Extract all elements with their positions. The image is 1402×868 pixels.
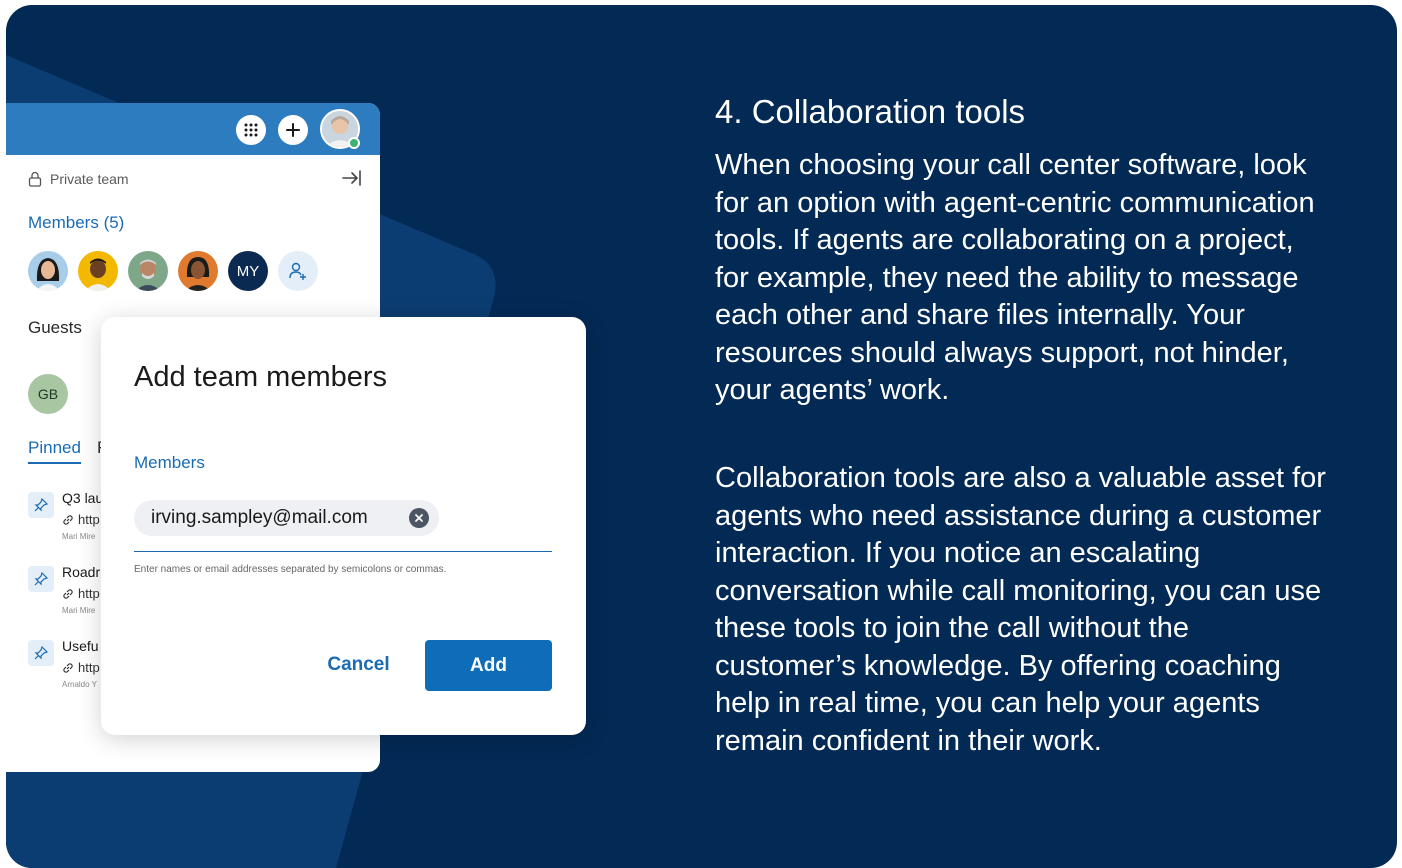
plus-icon [286, 123, 300, 137]
section-heading: 4. Collaboration tools [715, 93, 1026, 130]
private-team-row: Private team [28, 171, 129, 187]
dialpad-button[interactable] [236, 115, 266, 145]
pinned-item-author: Arnaldo Y [62, 680, 97, 689]
pinned-item-link-text: http [78, 586, 100, 601]
collapse-panel-icon[interactable] [342, 169, 362, 187]
members-input-underline[interactable] [134, 551, 552, 552]
new-button[interactable] [278, 115, 308, 145]
member-avatar[interactable] [28, 251, 68, 291]
promo-card: Private team Members (5) MY Guests GB Pi… [6, 5, 1397, 868]
tab-pinned[interactable]: Pinned [28, 438, 81, 464]
pinned-item-author: Mari Mire [62, 606, 96, 615]
pin-badge [28, 566, 54, 592]
dialpad-icon [244, 123, 258, 137]
member-portrait-icon [36, 258, 60, 291]
pinned-item-link-text: http [78, 512, 100, 527]
link-icon [63, 514, 73, 525]
lock-icon [28, 171, 42, 187]
pin-badge [28, 492, 54, 518]
dialog-pointer [282, 301, 314, 318]
paragraph-1: When choosing your call center software,… [715, 149, 1315, 406]
private-team-label: Private team [50, 171, 129, 187]
pin-icon [34, 646, 48, 660]
link-icon [63, 588, 73, 599]
member-avatar[interactable] [178, 251, 218, 291]
add-person-icon [289, 262, 306, 280]
member-chip-email: irving.sampley@mail.com [151, 507, 368, 528]
member-portrait-icon [185, 257, 211, 291]
member-chip[interactable]: irving.sampley@mail.com [134, 500, 439, 536]
members-helper-text: Enter names or email addresses separated… [134, 564, 447, 575]
pin-icon [34, 498, 48, 512]
pinned-item-link[interactable]: http [62, 512, 100, 527]
link-icon [63, 662, 73, 673]
pinned-item-title: Q3 lau [62, 490, 104, 506]
add-member-button[interactable] [278, 251, 318, 291]
member-portrait-icon [135, 259, 161, 291]
paragraph-2: Collaboration tools are also a valuable … [715, 462, 1326, 757]
member-avatar-initials[interactable]: MY [228, 251, 268, 291]
cancel-button[interactable]: Cancel [306, 643, 411, 687]
pinned-item-link[interactable]: http [62, 660, 100, 675]
member-avatar[interactable] [78, 251, 118, 291]
member-portrait-icon [85, 258, 111, 291]
member-avatars: MY [28, 251, 318, 291]
pinned-item-link[interactable]: http [62, 586, 100, 601]
pin-badge [28, 640, 54, 666]
members-field-label: Members [134, 453, 205, 472]
pinned-item-link-text: http [78, 660, 100, 675]
member-avatar[interactable] [128, 251, 168, 291]
dialog-title: Add team members [134, 361, 388, 393]
pinned-item-title: Roadr [62, 564, 101, 580]
remove-chip-button[interactable] [409, 508, 429, 528]
guest-avatar[interactable]: GB [28, 374, 68, 414]
add-members-dialog: Add team members Members irving.sampley@… [101, 317, 586, 735]
guests-label: Guests [28, 318, 82, 337]
members-link[interactable]: Members (5) [28, 213, 124, 233]
pin-icon [34, 572, 48, 586]
presence-status-dot [348, 137, 360, 149]
pinned-item-author: Mari Mire [62, 532, 96, 541]
add-button[interactable]: Add [425, 640, 552, 691]
close-icon [415, 514, 423, 522]
pinned-item-title: Usefu [62, 638, 99, 654]
panel-header [6, 103, 380, 155]
